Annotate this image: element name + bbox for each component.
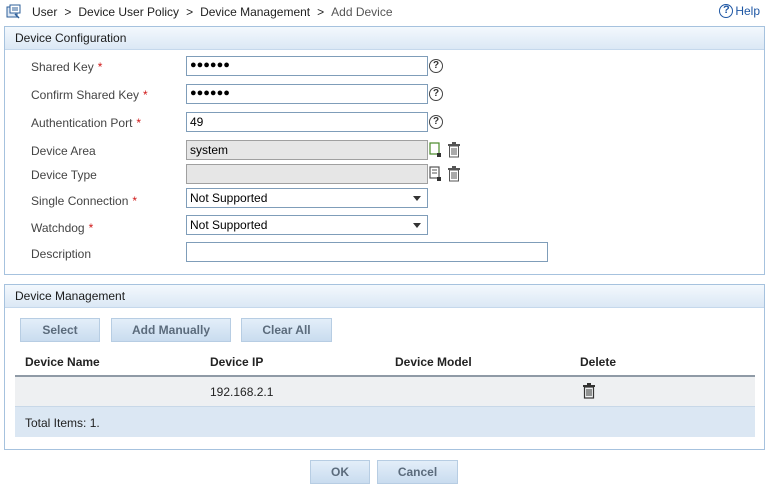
breadcrumb-separator: > bbox=[186, 5, 194, 19]
ok-button[interactable]: OK bbox=[310, 460, 370, 484]
column-device-model[interactable]: Device Model bbox=[395, 355, 472, 369]
device-management-panel: Device Management Select Add Manually Cl… bbox=[4, 284, 765, 450]
confirm-shared-key-input[interactable]: ●●●●●● bbox=[186, 84, 428, 104]
select-button[interactable]: Select bbox=[20, 318, 100, 342]
breadcrumb-separator: > bbox=[317, 5, 325, 19]
breadcrumb-add-device: Add Device bbox=[331, 5, 393, 19]
help-label: Help bbox=[735, 4, 760, 18]
help-icon[interactable]: ? bbox=[429, 87, 443, 101]
table-row: 192.168.2.1 bbox=[15, 375, 755, 407]
column-delete: Delete bbox=[580, 355, 617, 369]
help-icon[interactable]: ? bbox=[429, 59, 443, 73]
trash-icon[interactable] bbox=[447, 165, 461, 182]
watchdog-select[interactable]: Not Supported bbox=[186, 215, 428, 235]
table-header: Device Name Device IP Device Model Delet… bbox=[15, 352, 755, 374]
question-circle-icon: ? bbox=[719, 4, 734, 18]
help-link[interactable]: ? Help bbox=[719, 4, 760, 18]
device-area-label: Device Area bbox=[31, 144, 96, 158]
cell-device-ip: 192.168.2.1 bbox=[210, 385, 274, 399]
description-input[interactable] bbox=[186, 242, 548, 262]
device-type-label: Device Type bbox=[31, 168, 97, 182]
device-configuration-title: Device Configuration bbox=[5, 27, 764, 50]
add-manually-button[interactable]: Add Manually bbox=[111, 318, 231, 342]
confirm-shared-key-label: Confirm Shared Key * bbox=[31, 88, 148, 102]
single-connection-label: Single Connection * bbox=[31, 194, 138, 208]
chevron-down-icon bbox=[413, 223, 421, 228]
shared-key-label: Shared Key * bbox=[31, 60, 103, 74]
breadcrumb: User > Device User Policy > Device Managemen… bbox=[0, 0, 765, 24]
authentication-port-label: Authentication Port * bbox=[31, 116, 142, 130]
device-type-input bbox=[186, 164, 428, 184]
watchdog-value: Not Supported bbox=[190, 218, 268, 232]
device-area-input: system bbox=[186, 140, 428, 160]
clear-all-button[interactable]: Clear All bbox=[241, 318, 332, 342]
cancel-button[interactable]: Cancel bbox=[377, 460, 458, 484]
single-connection-value: Not Supported bbox=[190, 191, 268, 205]
breadcrumb-separator: > bbox=[64, 5, 72, 19]
trash-icon[interactable] bbox=[582, 382, 596, 399]
authentication-port-input[interactable]: 49 bbox=[186, 112, 428, 132]
breadcrumb-device-user-policy[interactable]: Device User Policy bbox=[78, 5, 179, 19]
total-items: Total Items: 1. bbox=[25, 416, 100, 430]
select-type-icon[interactable] bbox=[429, 166, 443, 182]
select-area-icon[interactable] bbox=[429, 142, 443, 158]
column-device-ip[interactable]: Device IP bbox=[210, 355, 263, 369]
shared-key-input[interactable]: ●●●●●● bbox=[186, 56, 428, 76]
trash-icon[interactable] bbox=[447, 141, 461, 158]
help-icon[interactable]: ? bbox=[429, 115, 443, 129]
device-configuration-panel: Device Configuration Shared Key * ●●●●●● … bbox=[4, 26, 765, 275]
breadcrumb-user[interactable]: User bbox=[32, 5, 57, 19]
column-device-name[interactable]: Device Name bbox=[25, 355, 100, 369]
breadcrumb-device-management[interactable]: Device Management bbox=[200, 5, 310, 19]
user-policy-icon bbox=[6, 4, 21, 19]
description-label: Description bbox=[31, 247, 92, 261]
device-management-title: Device Management bbox=[5, 285, 764, 308]
chevron-down-icon bbox=[413, 196, 421, 201]
watchdog-label: Watchdog * bbox=[31, 221, 94, 235]
table-footer: Total Items: 1. bbox=[15, 406, 755, 437]
single-connection-select[interactable]: Not Supported bbox=[186, 188, 428, 208]
